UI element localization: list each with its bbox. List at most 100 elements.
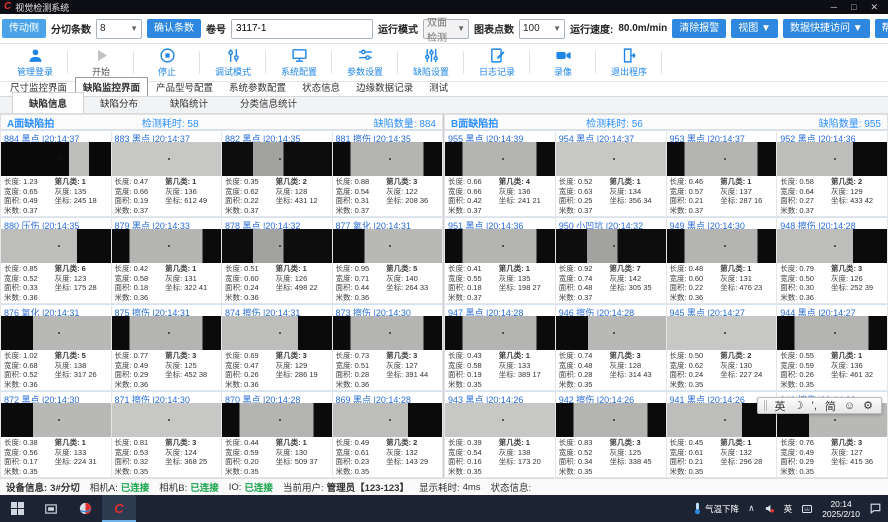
defect-image[interactable] bbox=[667, 142, 777, 176]
defect-image[interactable] bbox=[445, 229, 555, 263]
defect-image[interactable] bbox=[222, 229, 332, 263]
defect-image[interactable] bbox=[1, 403, 111, 437]
slit-count-select[interactable]: 8 ▼ bbox=[96, 19, 142, 39]
defect-image[interactable] bbox=[556, 229, 666, 263]
defect-image[interactable] bbox=[777, 142, 887, 176]
defect-image[interactable] bbox=[777, 229, 887, 263]
ime-settings-gear-icon[interactable]: ⚙ bbox=[863, 399, 873, 412]
defect-cell[interactable]: 952 黑点 |20:14:36 长度:0.58 宽度:0.64 面积:0.27… bbox=[777, 130, 888, 217]
volume-button[interactable] bbox=[764, 503, 775, 514]
defect-cell[interactable]: 947 黑点 |20:14:28 长度:0.43 宽度:0.58 面积:0.19… bbox=[445, 304, 556, 391]
exit-program-button[interactable]: 退出程序 bbox=[596, 44, 662, 81]
defect-cell[interactable]: 873 擦伤 |20:14:30 长度:0.73 宽度:0.51 面积:0.28… bbox=[333, 304, 444, 391]
defect-cell[interactable]: 878 黑点 |20:14:32 长度:0.51 宽度:0.60 面积:0.24… bbox=[222, 217, 333, 304]
defect-cell[interactable]: 954 黑点 |20:14:37 长度:0.52 宽度:0.63 面积:0.25… bbox=[556, 130, 667, 217]
defect-image[interactable] bbox=[667, 316, 777, 350]
defect-cell[interactable]: 875 擦伤 |20:14:31 长度:0.77 宽度:0.49 面积:0.29… bbox=[112, 304, 223, 391]
defect-image[interactable] bbox=[333, 142, 443, 176]
defect-cell[interactable]: 950 小凹坑 |20:14:32 长度:0.92 宽度:0.74 面积:0.4… bbox=[556, 217, 667, 304]
defect-cell[interactable]: 880 压伤 |20:14:35 长度:0.85 宽度:0.52 面积:0.33… bbox=[1, 217, 112, 304]
defect-image[interactable] bbox=[445, 316, 555, 350]
defect-cell[interactable]: 869 黑点 |20:14:28 长度:0.49 宽度:0.61 面积:0.23… bbox=[333, 391, 444, 478]
defect-cell[interactable]: 953 黑点 |20:14:37 长度:0.46 宽度:0.57 面积:0.21… bbox=[667, 130, 778, 217]
ime-language-indicator[interactable]: 英 bbox=[784, 503, 793, 515]
defect-image[interactable] bbox=[1, 229, 111, 263]
debug-mode-button[interactable]: 调试模式 bbox=[200, 44, 266, 81]
tray-expand-chevron[interactable]: ∧ bbox=[748, 503, 755, 514]
defect-cell[interactable]: 879 黑点 |20:14:33 长度:0.42 宽度:0.58 面积:0.18… bbox=[112, 217, 223, 304]
defect-cell[interactable]: 884 黑点 |20:14:37 长度:1.23 宽度:0.65 面积:0.49… bbox=[1, 130, 112, 217]
data-quick-access-menu-button[interactable]: 数据快捷访问 ▼ bbox=[783, 19, 870, 38]
defect-image[interactable] bbox=[112, 316, 222, 350]
stop-button[interactable]: 停止 bbox=[134, 44, 200, 81]
defect-image[interactable] bbox=[1, 316, 111, 350]
ime-punctuation-toggle[interactable]: ’, bbox=[811, 400, 817, 412]
defect-image[interactable] bbox=[333, 229, 443, 263]
defect-image[interactable] bbox=[112, 403, 222, 437]
chart-points-select[interactable]: 100 ▼ bbox=[519, 19, 565, 39]
help-menu-button[interactable]: 帮助 ▼ bbox=[875, 19, 888, 38]
confirm-count-button[interactable]: 确认条数 bbox=[147, 19, 201, 38]
defect-cell[interactable]: 948 擦伤 |20:14:28 长度:0.79 宽度:0.50 面积:0.30… bbox=[777, 217, 888, 304]
defect-cell[interactable]: 882 黑点 |20:14:35 长度:0.35 宽度:0.62 面积:0.22… bbox=[222, 130, 333, 217]
defect-cell[interactable]: 951 黑点 |20:14:36 长度:0.41 宽度:0.55 面积:0.18… bbox=[445, 217, 556, 304]
start-button[interactable]: 开始 bbox=[68, 44, 134, 81]
parameter-settings-button[interactable]: 参数设置 bbox=[332, 44, 398, 81]
defect-image[interactable] bbox=[777, 316, 887, 350]
ime-simplified-toggle[interactable]: 简 bbox=[825, 398, 836, 414]
defect-image[interactable] bbox=[556, 403, 666, 437]
run-mode-select[interactable]: 双面检测 ▼ bbox=[423, 19, 469, 39]
defect-settings-button[interactable]: 缺陷设置 bbox=[398, 44, 464, 81]
defect-cell[interactable]: 870 黑点 |20:14:28 长度:0.44 宽度:0.59 面积:0.20… bbox=[222, 391, 333, 478]
record-video-button[interactable]: 录像 bbox=[530, 44, 596, 81]
log-record-button[interactable]: 日志记录 bbox=[464, 44, 530, 81]
minimize-button[interactable]: ─ bbox=[831, 2, 837, 13]
defect-image[interactable] bbox=[556, 316, 666, 350]
roll-number-input[interactable] bbox=[231, 19, 373, 39]
admin-login-button[interactable]: 管理登录 bbox=[2, 44, 68, 81]
taskbar-app-browser[interactable] bbox=[68, 495, 102, 522]
ime-mode-button[interactable] bbox=[801, 503, 813, 515]
defect-cell[interactable]: 881 擦伤 |20:14:35 长度:0.88 宽度:0.54 面积:0.31… bbox=[333, 130, 444, 217]
ime-moon-icon[interactable]: ☽ bbox=[794, 399, 804, 412]
defect-image[interactable] bbox=[112, 142, 222, 176]
ime-drag-handle[interactable] bbox=[764, 400, 767, 411]
defect-image[interactable] bbox=[1, 142, 111, 176]
defect-cell[interactable]: 874 擦伤 |20:14:31 长度:0.69 宽度:0.47 面积:0.26… bbox=[222, 304, 333, 391]
maximize-button[interactable]: □ bbox=[851, 2, 856, 13]
defect-image[interactable] bbox=[333, 403, 443, 437]
defect-cell[interactable]: 877 氧化 |20:14:31 长度:0.95 宽度:0.71 面积:0.44… bbox=[333, 217, 444, 304]
defect-cell[interactable]: 943 黑点 |20:14:26 长度:0.39 宽度:0.54 面积:0.16… bbox=[445, 391, 556, 478]
subtab-defect-statistics[interactable]: 缺陷统计 bbox=[154, 93, 224, 113]
defect-cell[interactable]: 946 擦伤 |20:14:28 长度:0.74 宽度:0.48 面积:0.28… bbox=[556, 304, 667, 391]
system-config-button[interactable]: 系统配置 bbox=[266, 44, 332, 81]
ime-emoji-button[interactable]: ☺ bbox=[844, 400, 855, 412]
defect-cell[interactable]: 945 黑点 |20:14:27 长度:0.50 宽度:0.62 面积:0.24… bbox=[667, 304, 778, 391]
task-view-button[interactable] bbox=[34, 495, 68, 522]
defect-image[interactable] bbox=[222, 403, 332, 437]
defect-cell[interactable]: 942 擦伤 |20:14:26 长度:0.83 宽度:0.52 面积:0.34… bbox=[556, 391, 667, 478]
defect-cell[interactable]: 949 黑点 |20:14:30 长度:0.48 宽度:0.60 面积:0.22… bbox=[667, 217, 778, 304]
defect-image[interactable] bbox=[112, 229, 222, 263]
notification-center-button[interactable] bbox=[869, 502, 882, 515]
view-menu-button[interactable]: 视图 ▼ bbox=[731, 19, 778, 38]
defect-cell[interactable]: 955 黑点 |20:14:39 长度:0.66 宽度:0.66 面积:0.42… bbox=[445, 130, 556, 217]
taskbar-app-vision-system[interactable]: C bbox=[102, 495, 136, 522]
drive-side-button[interactable]: 传动侧 bbox=[2, 19, 46, 38]
defect-image[interactable] bbox=[222, 316, 332, 350]
clear-alarm-button[interactable]: 清除报警 bbox=[672, 19, 726, 38]
taskbar-clock[interactable]: 20:14 2025/2/10 bbox=[822, 499, 860, 519]
ime-lang-toggle[interactable]: 英 bbox=[775, 398, 786, 414]
defect-image[interactable] bbox=[445, 403, 555, 437]
defect-image[interactable] bbox=[667, 229, 777, 263]
start-menu-button[interactable] bbox=[0, 495, 34, 522]
close-button[interactable]: ✕ bbox=[870, 2, 878, 13]
weather-tray-item[interactable]: 气温下降 bbox=[693, 502, 739, 515]
defect-cell[interactable]: 876 氧化 |20:14:31 长度:1.02 宽度:0.68 面积:0.52… bbox=[1, 304, 112, 391]
subtab-class-info-statistics[interactable]: 分类信息统计 bbox=[224, 93, 313, 113]
subtab-defect-info[interactable]: 缺陷信息 bbox=[12, 92, 84, 113]
defect-cell[interactable]: 883 黑点 |20:14:37 长度:0.47 宽度:0.66 面积:0.19… bbox=[112, 130, 223, 217]
defect-cell[interactable]: 944 黑点 |20:14:27 长度:0.55 宽度:0.59 面积:0.26… bbox=[777, 304, 888, 391]
defect-cell[interactable]: 872 黑点 |20:14:30 长度:0.38 宽度:0.56 面积:0.17… bbox=[1, 391, 112, 478]
defect-image[interactable] bbox=[445, 142, 555, 176]
